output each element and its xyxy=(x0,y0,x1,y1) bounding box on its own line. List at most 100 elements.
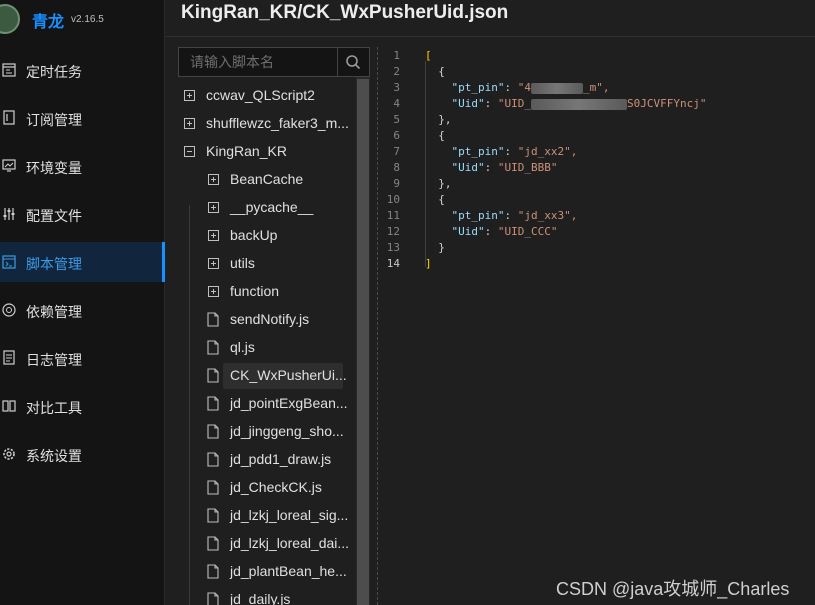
expand-icon[interactable] xyxy=(208,230,219,241)
code-line: 9 }, xyxy=(378,177,815,193)
gear-icon xyxy=(3,448,15,460)
tree-file[interactable]: ql.js xyxy=(202,335,356,361)
expand-icon[interactable] xyxy=(208,286,219,297)
code-editor[interactable]: 1[2 {3 "pt_pin": "4 _m", 4 "Uid": "UID_ S0J… xyxy=(378,47,815,605)
code-token: : xyxy=(504,145,518,158)
menu-item-3[interactable]: 配置文件 xyxy=(0,194,165,234)
menu-item-label: 日志管理 xyxy=(26,352,82,368)
code-token: "pt_pin" xyxy=(451,81,505,94)
menu-item-2[interactable]: 环境变量 xyxy=(0,146,165,186)
logo-row[interactable]: 青龙 v2.16.5 xyxy=(0,0,165,36)
menu-item-8[interactable]: 系统设置 xyxy=(0,434,165,474)
log-icon xyxy=(3,350,15,365)
tree-file[interactable]: jd_pointExgBean... xyxy=(202,391,356,417)
file-icon xyxy=(207,340,219,355)
menu-item-0[interactable]: 定时任务 xyxy=(0,50,165,90)
file-icon xyxy=(207,452,219,467)
code-text: }, xyxy=(425,177,451,190)
tree-folder[interactable]: shufflewzc_faker3_m... xyxy=(178,111,356,137)
tree-file[interactable]: jd_jinggeng_sho... xyxy=(202,419,356,445)
watermark: CSDN @java攻城师_Charles xyxy=(556,579,790,599)
code-token: "UID_ xyxy=(497,97,531,110)
tree-folder[interactable]: backUp xyxy=(202,223,356,249)
monitor-icon xyxy=(2,159,16,172)
code-token: ] xyxy=(425,257,432,270)
expand-icon[interactable] xyxy=(184,118,195,129)
collapse-icon[interactable] xyxy=(184,146,195,157)
expand-icon[interactable] xyxy=(208,174,219,185)
tree-file[interactable]: jd_lzkj_loreal_sig... xyxy=(202,503,356,529)
code-token: "jd_xx3", xyxy=(517,209,578,222)
tree-node-label: jd_daily.js xyxy=(230,591,291,605)
search-button[interactable] xyxy=(337,48,369,76)
tree-folder[interactable]: KingRan_KR xyxy=(178,139,356,165)
line-number: 13 xyxy=(386,241,400,254)
file-icon xyxy=(207,536,219,551)
file-icon xyxy=(207,368,219,383)
line-number: 2 xyxy=(393,65,400,78)
sidebar: 青龙 v2.16.5 定时任务订阅管理环境变量配置文件脚本管理依赖管理日志管理对… xyxy=(0,0,165,605)
menu-item-1[interactable]: 订阅管理 xyxy=(0,98,165,138)
app-name: 青龙 xyxy=(32,14,65,31)
tree-folder[interactable]: BeanCache xyxy=(202,167,356,193)
search-input[interactable] xyxy=(179,48,339,76)
tree-folder[interactable]: ccwav_QLScript2 xyxy=(178,83,356,109)
code-line: 6 { xyxy=(378,129,815,145)
code-line: 13 } xyxy=(378,241,815,257)
file-icon xyxy=(207,480,219,495)
code-line: 12 "Uid": "UID_CCC" xyxy=(378,225,815,241)
dependency-icon xyxy=(2,303,16,317)
code-token: : xyxy=(484,161,498,174)
line-number: 7 xyxy=(393,145,400,158)
file-icon xyxy=(207,424,219,439)
line-number: 8 xyxy=(393,161,400,174)
code-token: "UID_CCC" xyxy=(497,225,558,238)
code-line: 14] xyxy=(378,257,815,273)
tree-file[interactable]: jd_lzkj_loreal_dai... xyxy=(202,531,356,557)
tree-node-label: CK_WxPusherUi... xyxy=(230,367,347,383)
line-number: 10 xyxy=(386,193,400,206)
tree-file[interactable]: jd_daily.js xyxy=(202,587,356,605)
line-number: 1 xyxy=(393,49,400,62)
search-icon xyxy=(346,55,361,70)
code-text: "Uid": "UID_BBB" xyxy=(425,161,558,174)
tree-file[interactable]: jd_pdd1_draw.js xyxy=(202,447,356,473)
menu-item-6[interactable]: 日志管理 xyxy=(0,338,165,378)
tree-node-label: BeanCache xyxy=(230,171,304,187)
tree-node-label: jd_jinggeng_sho... xyxy=(230,423,344,439)
code-token: "Uid" xyxy=(451,161,485,174)
code-text: }, xyxy=(425,113,451,126)
subscribe-icon xyxy=(3,110,15,125)
menu-item-7[interactable]: 对比工具 xyxy=(0,386,165,426)
code-line: 4 "Uid": "UID_ S0JCVFFYncj" xyxy=(378,97,815,113)
code-line: 1[ xyxy=(378,49,815,65)
tree-file[interactable]: CK_WxPusherUi... xyxy=(202,363,356,389)
menu-item-label: 配置文件 xyxy=(26,208,82,224)
expand-icon[interactable] xyxy=(208,258,219,269)
code-line: 3 "pt_pin": "4 _m", xyxy=(378,81,815,97)
redacted-text xyxy=(530,82,583,94)
expand-icon[interactable] xyxy=(208,202,219,213)
tree-file[interactable]: sendNotify.js xyxy=(202,307,356,333)
page-title: KingRan_KR/CK_WxPusherUid.json xyxy=(181,2,509,23)
menu-item-4[interactable]: 脚本管理 xyxy=(0,242,165,282)
tree-file[interactable]: jd_plantBean_he... xyxy=(202,559,356,585)
tree-file[interactable]: jd_CheckCK.js xyxy=(202,475,356,501)
code-text: [ xyxy=(425,49,432,62)
tree-node-label: jd_lzkj_loreal_dai... xyxy=(230,535,350,551)
file-icon xyxy=(207,592,219,605)
sliders-icon xyxy=(3,208,15,220)
menu-item-label: 脚本管理 xyxy=(26,256,82,272)
tree-folder[interactable]: function xyxy=(202,279,356,305)
tree-folder[interactable]: utils xyxy=(202,251,356,277)
code-token: "jd_xx2", xyxy=(517,145,578,158)
code-token: "Uid" xyxy=(451,97,485,110)
menu-item-label: 对比工具 xyxy=(26,400,82,416)
code-token: "4 xyxy=(517,81,531,94)
menu-item-5[interactable]: 依赖管理 xyxy=(0,290,165,330)
tree-folder[interactable]: __pycache__ xyxy=(202,195,356,221)
expand-icon[interactable] xyxy=(184,90,195,101)
code-token: "Uid" xyxy=(451,225,485,238)
code-text: } xyxy=(425,241,445,254)
tree-scrollbar-thumb[interactable] xyxy=(357,79,369,605)
